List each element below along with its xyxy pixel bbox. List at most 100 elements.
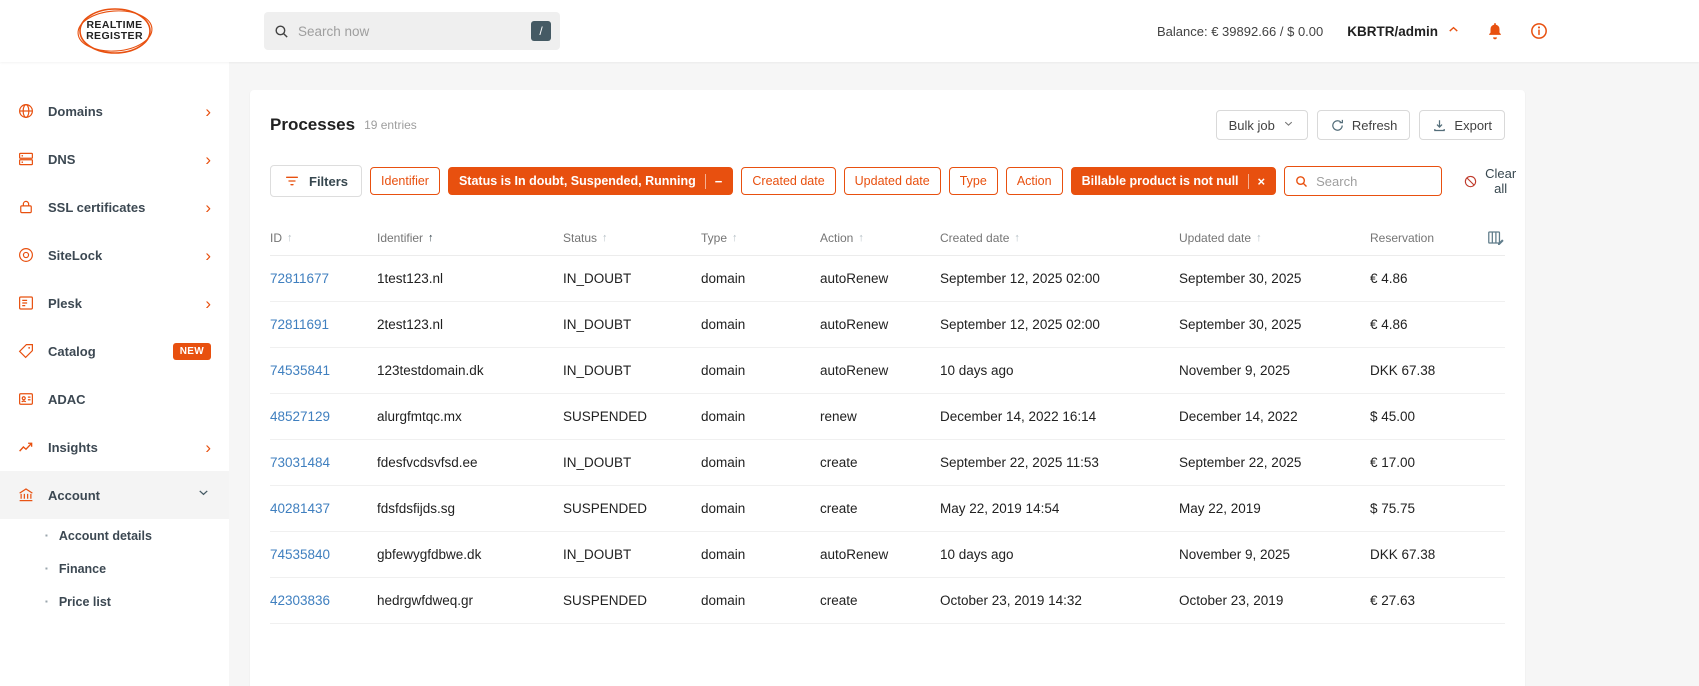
notifications-bell-icon[interactable]: [1485, 21, 1505, 41]
filter-search-input[interactable]: [1316, 173, 1433, 189]
cell-identifier: fdsfdsfijds.sg: [377, 501, 456, 516]
cell-type: domain: [701, 455, 746, 470]
sidebar-item-dns[interactable]: DNS ›: [0, 135, 229, 183]
global-search[interactable]: /: [264, 12, 560, 50]
cell-updated: September 22, 2025: [1179, 455, 1302, 470]
sidebar-item-account-details[interactable]: ▪ Account details: [0, 519, 229, 552]
page-title: Processes: [270, 115, 356, 134]
account-menu-button[interactable]: KBRTR/admin: [1347, 22, 1461, 40]
slash-shortcut-key: /: [531, 21, 551, 41]
process-id-link[interactable]: 40281437: [270, 501, 377, 516]
block-icon: [1463, 174, 1478, 189]
cell-type: domain: [701, 593, 746, 608]
cell-type: domain: [701, 409, 746, 424]
sidebar-item-ssl-certificates[interactable]: SSL certificates ›: [0, 183, 229, 231]
filter-chip-identifier[interactable]: Identifier: [370, 167, 440, 195]
sidebar-item-finance[interactable]: ▪ Finance: [0, 552, 229, 585]
chevron-right-icon: ›: [205, 149, 211, 169]
cell-action: create: [820, 455, 858, 470]
table-row: 73031484 fdesfvcdsvfsd.ee IN_DOUBT domain cr…: [270, 440, 1505, 486]
process-id-link[interactable]: 72811691: [270, 317, 377, 332]
cell-reservation: € 4.86: [1370, 271, 1408, 286]
cell-type: domain: [701, 317, 746, 332]
sidebar-item-price-list[interactable]: ▪ Price list: [0, 585, 229, 618]
filter-chip-action[interactable]: Action: [1005, 167, 1063, 195]
tag-icon: [17, 342, 35, 360]
sort-asc-icon: ↑: [428, 231, 434, 244]
filter-chip-updated-date[interactable]: Updated date: [843, 167, 941, 195]
cell-updated: May 22, 2019: [1179, 501, 1261, 516]
bulk-job-button[interactable]: Bulk job: [1215, 110, 1308, 140]
column-header-type[interactable]: Type ↑: [701, 231, 820, 245]
process-id-link[interactable]: 72811677: [270, 271, 377, 286]
remove-filter-icon[interactable]: −: [704, 173, 722, 189]
sort-asc-icon: ↑: [602, 231, 608, 244]
table-row: 48527129 alurgfmtqc.mx SUSPENDED domain rene…: [270, 394, 1505, 440]
search-icon: [1294, 174, 1309, 189]
column-header-created-date[interactable]: Created date ↑: [940, 231, 1179, 245]
column-header-id[interactable]: ID ↑: [270, 231, 377, 245]
column-header-updated-date[interactable]: Updated date ↑: [1179, 231, 1370, 245]
process-id-link[interactable]: 74535840: [270, 547, 377, 562]
cell-status: IN_DOUBT: [563, 455, 632, 470]
sort-asc-icon: ↑: [1256, 231, 1262, 244]
cell-action: autoRenew: [820, 271, 889, 286]
filter-chip-created-date[interactable]: Created date: [741, 167, 836, 195]
cell-updated: November 9, 2025: [1179, 547, 1291, 562]
cell-action: autoRenew: [820, 317, 889, 332]
cell-identifier: 2test123.nl: [377, 317, 444, 332]
sidebar-item-plesk[interactable]: Plesk ›: [0, 279, 229, 327]
bank-icon: [17, 486, 35, 504]
cell-created: September 12, 2025 02:00: [940, 271, 1100, 286]
cell-status: IN_DOUBT: [563, 363, 632, 378]
filter-search[interactable]: [1284, 166, 1443, 196]
cell-created: May 22, 2019 14:54: [940, 501, 1060, 516]
cell-reservation: € 4.86: [1370, 317, 1408, 332]
process-id-link[interactable]: 73031484: [270, 455, 377, 470]
table-row: 42303836 hedrgwfdweq.gr SUSPENDED domain cre…: [270, 578, 1505, 624]
brand-logo[interactable]: REALTIME REGISTER: [72, 5, 158, 57]
info-icon[interactable]: [1529, 21, 1549, 41]
edit-columns-icon[interactable]: [1486, 228, 1505, 247]
cell-updated: November 9, 2025: [1179, 363, 1291, 378]
sidebar-item-insights[interactable]: Insights ›: [0, 423, 229, 471]
close-icon[interactable]: ×: [1247, 173, 1265, 189]
balance-text: Balance: € 39892.66 / $ 0.00: [1157, 23, 1324, 39]
cell-created: 10 days ago: [940, 547, 1014, 562]
clear-all-button[interactable]: Clear all: [1463, 166, 1516, 196]
filter-chip-billable-product[interactable]: Billable product is not null ×: [1070, 167, 1277, 195]
cell-updated: October 23, 2019: [1179, 593, 1284, 608]
sidebar-item-account[interactable]: Account: [0, 471, 229, 519]
new-badge: NEW: [172, 342, 211, 360]
column-header-status[interactable]: Status ↑: [563, 231, 701, 245]
sidebar-item-domains[interactable]: Domains ›: [0, 87, 229, 135]
cell-reservation: DKK 67.38: [1370, 363, 1436, 378]
cell-status: SUSPENDED: [563, 593, 648, 608]
refresh-button[interactable]: Refresh: [1316, 110, 1411, 140]
cell-action: renew: [820, 409, 857, 424]
filters-button[interactable]: Filters: [270, 165, 363, 197]
filter-chip-status[interactable]: Status is In doubt, Suspended, Running −: [447, 167, 734, 195]
process-id-link[interactable]: 42303836: [270, 593, 377, 608]
process-id-link[interactable]: 48527129: [270, 409, 377, 424]
cell-status: IN_DOUBT: [563, 547, 632, 562]
refresh-icon: [1330, 118, 1345, 133]
sort-asc-icon: ↑: [287, 231, 293, 244]
column-header-action[interactable]: Action ↑: [820, 231, 940, 245]
sidebar-item-catalog[interactable]: Catalog NEW: [0, 327, 229, 375]
cell-type: domain: [701, 547, 746, 562]
global-search-input[interactable]: [298, 23, 523, 39]
sidebar-item-adac[interactable]: ADAC: [0, 375, 229, 423]
chevron-right-icon: ›: [205, 437, 211, 457]
table-header-row: ID ↑ Identifier ↑ Status ↑ Type ↑ Action: [270, 220, 1505, 256]
export-button[interactable]: Export: [1419, 110, 1505, 140]
cell-created: September 22, 2025 11:53: [940, 455, 1099, 470]
chevron-right-icon: ›: [205, 293, 211, 313]
filter-chip-type[interactable]: Type: [948, 167, 998, 195]
id-card-icon: [17, 390, 35, 408]
sidebar-item-sitelock[interactable]: SiteLock ›: [0, 231, 229, 279]
process-id-link[interactable]: 74535841: [270, 363, 377, 378]
column-header-identifier[interactable]: Identifier ↑: [377, 231, 563, 245]
cell-identifier: 123testdomain.dk: [377, 363, 484, 378]
cell-identifier: fdesfvcdsvfsd.ee: [377, 455, 478, 470]
